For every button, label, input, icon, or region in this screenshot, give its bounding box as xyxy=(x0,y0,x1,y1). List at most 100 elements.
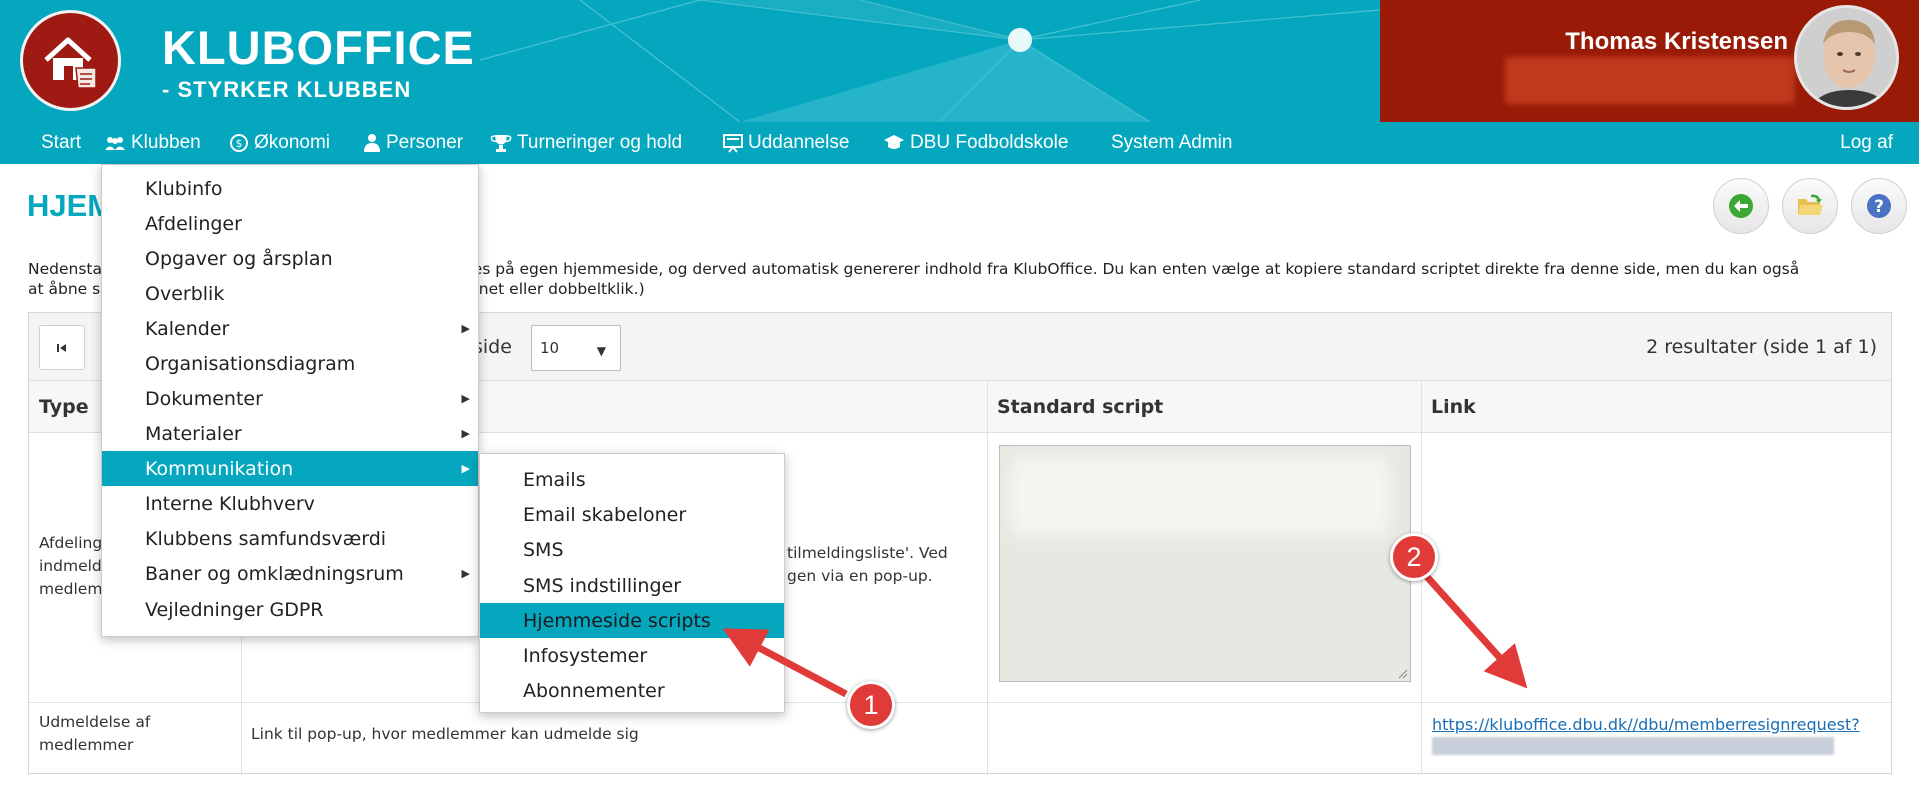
menu-item-label: Organisationsdiagram xyxy=(145,352,356,375)
submenu-item-label: Email skabeloner xyxy=(523,503,687,526)
menu-item-overblik[interactable]: Overblik xyxy=(102,276,478,311)
logout-link[interactable]: Log af xyxy=(1840,122,1893,164)
back-button[interactable] xyxy=(1713,178,1769,234)
menu-item-gdpr[interactable]: Vejledninger GDPR xyxy=(102,592,478,627)
resize-handle-icon[interactable] xyxy=(1396,667,1408,679)
menu-item-baner[interactable]: Baner og omklædningsrum ▶ xyxy=(102,556,478,591)
description-line: tilmeldingsliste'. Ved xyxy=(787,544,948,562)
nav-uddannelse[interactable]: Uddannelse xyxy=(723,122,849,164)
nav-start[interactable]: Start xyxy=(41,122,81,164)
column-header-script[interactable]: Standard script xyxy=(987,381,1421,433)
help-question-icon: ? xyxy=(1867,194,1891,218)
submenu-item-emails[interactable]: Emails xyxy=(480,462,784,497)
results-count: 2 resultater (side 1 af 1) xyxy=(1646,336,1877,358)
nav-label: Turneringer og hold xyxy=(517,132,683,153)
brand-subtitle: - STYRKER KLUBBEN xyxy=(162,77,412,102)
menu-item-label: Dokumenter xyxy=(145,387,263,410)
standard-script-textarea[interactable] xyxy=(999,445,1411,682)
people-icon xyxy=(104,135,126,151)
submenu-item-sms[interactable]: SMS xyxy=(480,532,784,567)
menu-item-samfundsvaerdi[interactable]: Klubbens samfundsværdi xyxy=(102,521,478,556)
submenu-item-label: SMS indstillinger xyxy=(523,574,682,597)
description-line: gen via en pop-up. xyxy=(787,567,933,585)
help-button[interactable]: ? xyxy=(1851,178,1907,234)
chevron-right-icon: ▶ xyxy=(461,392,470,405)
menu-item-organisationsdiagram[interactable]: Organisationsdiagram xyxy=(102,346,478,381)
avatar[interactable] xyxy=(1794,5,1899,110)
person-icon xyxy=(363,133,381,153)
menu-item-interne-klubhverv[interactable]: Interne Klubhverv xyxy=(102,486,478,521)
logout-label: Log af xyxy=(1840,132,1893,153)
brand-title: KLUBOFFICE xyxy=(162,21,475,74)
menu-item-kalender[interactable]: Kalender ▶ xyxy=(102,311,478,346)
nav-label: Økonomi xyxy=(254,132,331,153)
main-navigation: Start Klubben $ Økonomi Personer Turneri… xyxy=(0,122,1919,164)
menu-item-label: Vejledninger GDPR xyxy=(145,598,324,621)
nav-label: Uddannelse xyxy=(748,132,850,153)
nav-turneringer[interactable]: Turneringer og hold xyxy=(490,122,682,164)
menu-item-label: Kommunikation xyxy=(145,457,294,480)
klubben-dropdown-menu: Klubinfo Afdelinger Opgaver og årsplan O… xyxy=(101,164,479,637)
per-page-value: 10 xyxy=(540,339,560,357)
app-header: KLUBOFFICE - STYRKER KLUBBEN Thomas Kris… xyxy=(0,0,1919,122)
nav-label: Start xyxy=(41,132,82,153)
chevron-right-icon: ▶ xyxy=(461,567,470,580)
graduation-cap-icon xyxy=(883,134,905,152)
menu-item-label: Materialer xyxy=(145,422,242,445)
green-back-arrow-icon xyxy=(1729,194,1753,218)
nav-dbu-fodboldskole[interactable]: DBU Fodboldskole xyxy=(883,122,1068,164)
first-page-button[interactable] xyxy=(39,325,85,370)
menu-item-label: Baner og omklædningsrum xyxy=(145,562,404,585)
menu-item-label: Opgaver og årsplan xyxy=(145,247,333,270)
menu-item-label: Interne Klubhverv xyxy=(145,492,315,515)
menu-item-afdelinger[interactable]: Afdelinger xyxy=(102,206,478,241)
intro-line-1-right: ettes på egen hjemmeside, og derved auto… xyxy=(451,260,1800,278)
redacted-script-content xyxy=(1010,456,1390,536)
row-divider xyxy=(29,702,1891,703)
column-header-link[interactable]: Link xyxy=(1421,381,1891,433)
submenu-item-abonnementer[interactable]: Abonnementer xyxy=(480,673,784,708)
type-line: medlemmer xyxy=(39,736,134,754)
annotation-badge-2: 2 xyxy=(1390,533,1438,581)
table-row-1-description: tilmeldingsliste'. Ved gen via en pop-up… xyxy=(787,542,982,588)
chevron-right-icon: ▶ xyxy=(461,322,470,335)
menu-item-label: Klubbens samfundsværdi xyxy=(145,527,387,550)
type-line: Udmeldelse af xyxy=(39,713,151,731)
nav-personer[interactable]: Personer xyxy=(363,122,463,164)
submenu-item-label: Abonnementer xyxy=(523,679,665,702)
nav-klubben[interactable]: Klubben xyxy=(104,122,201,164)
submenu-item-infosystemer[interactable]: Infosystemer xyxy=(480,638,784,673)
nav-okonomi[interactable]: $ Økonomi xyxy=(229,122,330,164)
chevron-right-icon: ▶ xyxy=(461,427,470,440)
resign-request-link[interactable]: https://kluboffice.dbu.dk//dbu/memberres… xyxy=(1432,715,1860,734)
kommunikation-submenu: Emails Email skabeloner SMS SMS indstill… xyxy=(479,453,785,713)
column-header-label: Link xyxy=(1431,395,1476,418)
nav-label: Klubben xyxy=(131,132,201,153)
open-folder-button[interactable] xyxy=(1782,178,1838,234)
kluboffice-logo[interactable] xyxy=(20,10,121,111)
menu-item-materialer[interactable]: Materialer ▶ xyxy=(102,416,478,451)
menu-item-opgaver[interactable]: Opgaver og årsplan xyxy=(102,241,478,276)
submenu-item-sms-indstillinger[interactable]: SMS indstillinger xyxy=(480,568,784,603)
menu-item-kommunikation[interactable]: Kommunikation ▶ xyxy=(102,451,478,486)
submenu-item-label: Infosystemer xyxy=(523,644,648,667)
presentation-icon xyxy=(723,133,743,153)
menu-item-klubinfo[interactable]: Klubinfo xyxy=(102,171,478,206)
submenu-item-hjemmeside-scripts[interactable]: Hjemmeside scripts xyxy=(480,603,784,638)
first-page-icon xyxy=(57,343,66,352)
menu-item-label: Afdelinger xyxy=(145,212,242,235)
annotation-badge-1: 1 xyxy=(847,681,895,729)
submenu-item-email-skabeloner[interactable]: Email skabeloner xyxy=(480,497,784,532)
nav-label: System Admin xyxy=(1111,132,1233,153)
nav-system-admin[interactable]: System Admin xyxy=(1111,122,1232,164)
menu-item-dokumenter[interactable]: Dokumenter ▶ xyxy=(102,381,478,416)
nav-label: DBU Fodboldskole xyxy=(910,132,1069,153)
user-name[interactable]: Thomas Kristensen xyxy=(1565,28,1788,56)
intro-line-2-left: at åbne s xyxy=(28,280,101,298)
column-header-label: Type xyxy=(39,395,89,418)
table-row-2-description: Link til pop-up, hvor medlemmer kan udme… xyxy=(251,725,639,743)
per-page-select[interactable]: 10 ▼ xyxy=(531,325,621,371)
trophy-icon xyxy=(490,133,512,153)
user-panel: Thomas Kristensen xyxy=(1380,0,1919,122)
chevron-down-icon: ▼ xyxy=(596,344,606,358)
